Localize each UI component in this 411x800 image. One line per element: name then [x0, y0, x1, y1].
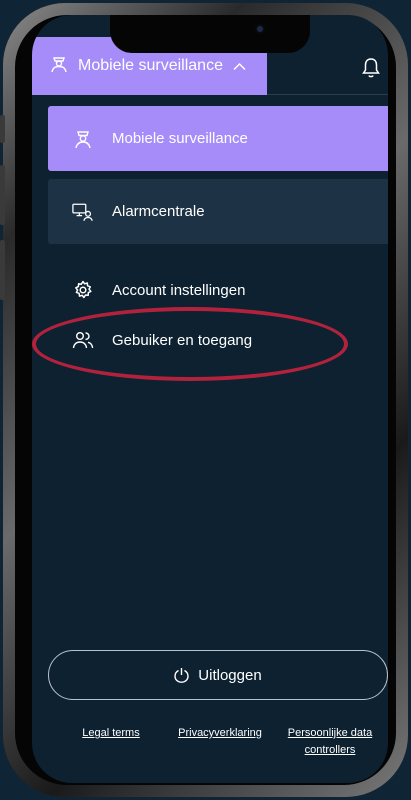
app-screen: Mobiele surveillance Mobiele surveillanc… [32, 15, 388, 783]
monitor-user-icon [72, 201, 94, 223]
logout-label: Uitloggen [198, 666, 262, 684]
footer-link-privacy[interactable]: Privacyverklaring [170, 725, 270, 742]
camera-icon [255, 24, 265, 34]
logout-button[interactable]: Uitloggen [48, 650, 388, 700]
guard-icon [50, 55, 68, 78]
menu-link-label: Account instellingen [112, 281, 246, 299]
chevron-up-icon [233, 58, 246, 74]
dropdown-label: Mobiele surveillance [78, 57, 223, 74]
menu-card-label: Alarmcentrale [112, 203, 205, 220]
phone-notch [110, 15, 310, 53]
footer-link-data-controllers[interactable]: Persoonlijke data controllers [282, 725, 378, 759]
phone-side-button [0, 240, 5, 300]
menu-link-gebruiker-en-toegang[interactable]: Gebuiker en toegang [72, 329, 252, 351]
bell-icon[interactable] [362, 57, 382, 79]
guard-icon [72, 128, 94, 150]
phone-side-button [0, 165, 5, 225]
menu-card-label: Mobiele surveillance [112, 130, 248, 147]
menu-card-alarmcentrale[interactable]: Alarmcentrale [48, 179, 388, 244]
footer-link-legal-terms[interactable]: Legal terms [76, 725, 146, 742]
phone-side-button [0, 115, 5, 143]
menu-card-mobiele-surveillance[interactable]: Mobiele surveillance [48, 106, 388, 171]
power-icon [174, 667, 190, 683]
menu-link-label: Gebuiker en toegang [112, 331, 253, 349]
gear-icon [72, 279, 94, 301]
menu-link-account-instellingen[interactable]: Account instellingen [72, 279, 245, 301]
users-icon [72, 329, 94, 351]
